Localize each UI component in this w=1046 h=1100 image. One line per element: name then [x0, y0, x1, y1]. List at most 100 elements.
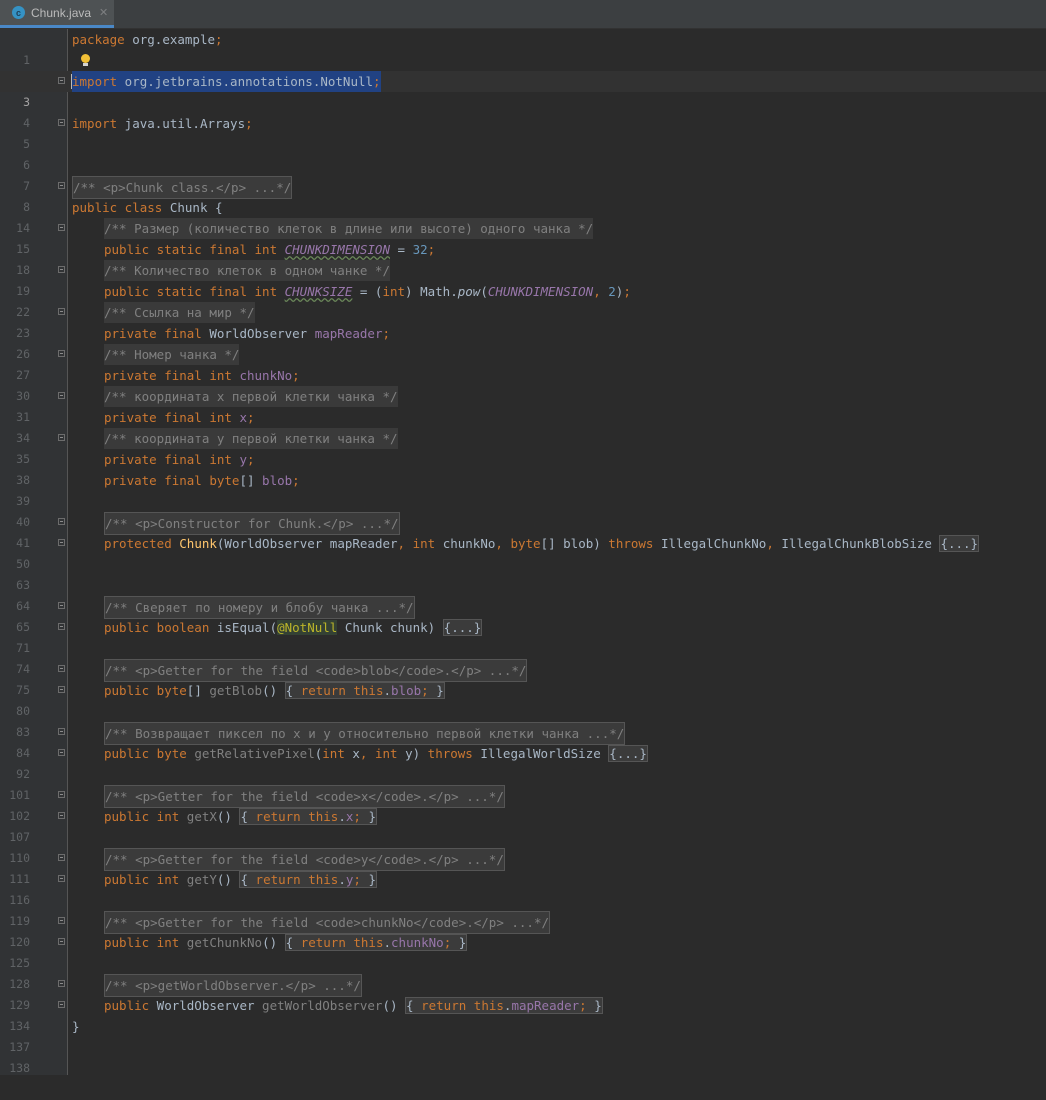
doc-comment: /** координата x первой клетки чанка */ [104, 386, 398, 407]
fold-icon[interactable] [58, 266, 65, 273]
code-line: 8 /** <p>Chunk class.</p> ...*/ [0, 176, 1046, 214]
code-text: public int getChunkNo() { return this.ch… [104, 934, 468, 951]
code-editor[interactable]: 1 package org.example; 2 3 import org.je… [0, 29, 1046, 1075]
doc-comment: /** Ссылка на мир */ [104, 302, 255, 323]
code-line: 137 } [0, 1016, 1046, 1054]
fold-icon[interactable] [58, 224, 65, 231]
folded-comment[interactable]: /** <p>Getter for the field <code>chunkN… [104, 911, 551, 934]
code-text: private final WorldObserver mapReader; [104, 326, 390, 341]
fold-icon[interactable] [58, 119, 65, 126]
fold-icon[interactable] [58, 854, 65, 861]
close-icon[interactable]: ✕ [99, 6, 108, 19]
folded-comment[interactable]: /** <p>Constructor for Chunk.</p> ...*/ [104, 512, 400, 535]
code-text: public static final int CHUNKDIMENSION =… [104, 242, 436, 257]
code-line: 80 public byte[] getBlob() { return this… [0, 680, 1046, 718]
code-line: 138 [0, 1037, 1046, 1075]
code-line: 40 [0, 491, 1046, 529]
code-line: 74 [0, 638, 1046, 676]
doc-comment: /** координата y первой клетки чанка */ [104, 428, 398, 449]
fold-icon[interactable] [58, 812, 65, 819]
code-line: 18 public static final int CHUNKDIMENSIO… [0, 239, 1046, 277]
code-text: package org.example; [72, 32, 223, 47]
code-text: public class Chunk { [72, 200, 223, 215]
code-line: 5 import java.util.Arrays; [0, 113, 1046, 151]
code-line: 34 private final int x; [0, 407, 1046, 445]
java-class-icon: c [12, 6, 25, 19]
code-line: 19 /** Количество клеток в одном чанке *… [0, 260, 1046, 298]
code-line: 92 public byte getRelativePixel(int x, i… [0, 743, 1046, 781]
fold-icon[interactable] [58, 602, 65, 609]
code-text: private final byte[] blob; [104, 473, 300, 488]
code-line: 4 [0, 92, 1046, 130]
fold-icon[interactable] [58, 539, 65, 546]
code-line: 65 /** Сверяет по номеру и блобу чанка .… [0, 596, 1046, 634]
code-line: 111 /** <p>Getter for the field <code>y<… [0, 848, 1046, 886]
fold-icon[interactable] [58, 623, 65, 630]
code-text: public int getX() { return this.x; } [104, 808, 377, 825]
code-line: 125 public int getChunkNo() { return thi… [0, 932, 1046, 970]
doc-comment: /** Номер чанка */ [104, 344, 240, 365]
code-line: 1 package org.example; [0, 29, 1046, 67]
code-line: 15 /** Размер (количество клеток в длине… [0, 218, 1046, 256]
code-text: } [72, 1019, 80, 1034]
fold-icon[interactable] [58, 518, 65, 525]
fold-icon[interactable] [58, 875, 65, 882]
code-line-current: 3 import org.jetbrains.annotations.NotNu… [0, 71, 1046, 109]
code-line: 84 /** Возвращает пиксел по x и y относи… [0, 722, 1046, 760]
editor-tab-bar: c Chunk.java ✕ [0, 0, 1046, 29]
folded-comment[interactable]: /** <p>Chunk class.</p> ...*/ [72, 176, 293, 199]
code-line: 129 /** <p>getWorldObserver.</p> ...*/ [0, 974, 1046, 1012]
code-line: 107 public int getX() { return this.x; } [0, 806, 1046, 844]
code-line: 116 public int getY() { return this.y; } [0, 869, 1046, 907]
code-line: 119 [0, 890, 1046, 928]
code-line: 6 [0, 134, 1046, 172]
code-line: 64 [0, 575, 1046, 613]
code-text: private final int x; [104, 410, 255, 425]
fold-icon[interactable] [58, 350, 65, 357]
folded-comment[interactable]: /** <p>Getter for the field <code>blob</… [104, 659, 528, 682]
code-line: 7 [0, 155, 1046, 193]
code-line: 31 /** координата x первой клетки чанка … [0, 386, 1046, 424]
code-text: public boolean isEqual(@NotNull Chunk ch… [104, 619, 483, 636]
code-line: 38 private final int y; [0, 449, 1046, 487]
line-number: 138 [9, 1061, 30, 1075]
folded-comment[interactable]: /** <p>Getter for the field <code>y</cod… [104, 848, 505, 871]
fold-icon[interactable] [58, 728, 65, 735]
code-text: public int getY() { return this.y; } [104, 871, 377, 888]
code-line: 35 /** координата y первой клетки чанка … [0, 428, 1046, 466]
code-text: protected Chunk(WorldObserver mapReader,… [104, 535, 980, 552]
code-line: 128 [0, 953, 1046, 991]
folded-comment[interactable]: /** Возвращает пиксел по x и y относител… [104, 722, 626, 745]
code-text: public byte[] getBlob() { return this.bl… [104, 682, 445, 699]
fold-icon[interactable] [58, 665, 65, 672]
tab-label: Chunk.java [31, 5, 92, 20]
code-line: 39 private final byte[] blob; [0, 470, 1046, 508]
fold-icon[interactable] [58, 686, 65, 693]
folded-comment[interactable]: /** <p>getWorldObserver.</p> ...*/ [104, 974, 362, 997]
fold-icon[interactable] [58, 938, 65, 945]
code-line: 120 /** <p>Getter for the field <code>ch… [0, 911, 1046, 949]
fold-icon[interactable] [58, 77, 65, 84]
fold-icon[interactable] [58, 182, 65, 189]
code-line: 14 public class Chunk { [0, 197, 1046, 235]
fold-icon[interactable] [58, 308, 65, 315]
fold-icon[interactable] [58, 392, 65, 399]
tab-chunk-java[interactable]: c Chunk.java ✕ [0, 0, 114, 28]
fold-icon[interactable] [58, 917, 65, 924]
code-text-selected: import org.jetbrains.annotations.NotNull… [72, 71, 381, 92]
code-line: 71 public boolean isEqual(@NotNull Chunk… [0, 617, 1046, 655]
folded-comment[interactable]: /** <p>Getter for the field <code>x</cod… [104, 785, 505, 808]
code-line: 30 private final int chunkNo; [0, 365, 1046, 403]
fold-icon[interactable] [58, 749, 65, 756]
code-text: private final int y; [104, 452, 255, 467]
fold-icon[interactable] [58, 791, 65, 798]
code-line: 22 public static final int CHUNKSIZE = (… [0, 281, 1046, 319]
code-line: 63 [0, 554, 1046, 592]
lightbulb-icon[interactable] [80, 54, 90, 67]
fold-icon[interactable] [58, 434, 65, 441]
doc-comment: /** Размер (количество клеток в длине ил… [104, 218, 594, 239]
code-line: 110 [0, 827, 1046, 865]
folded-comment[interactable]: /** Сверяет по номеру и блобу чанка ...*… [104, 596, 415, 619]
fold-icon[interactable] [58, 980, 65, 987]
fold-icon[interactable] [58, 1001, 65, 1008]
